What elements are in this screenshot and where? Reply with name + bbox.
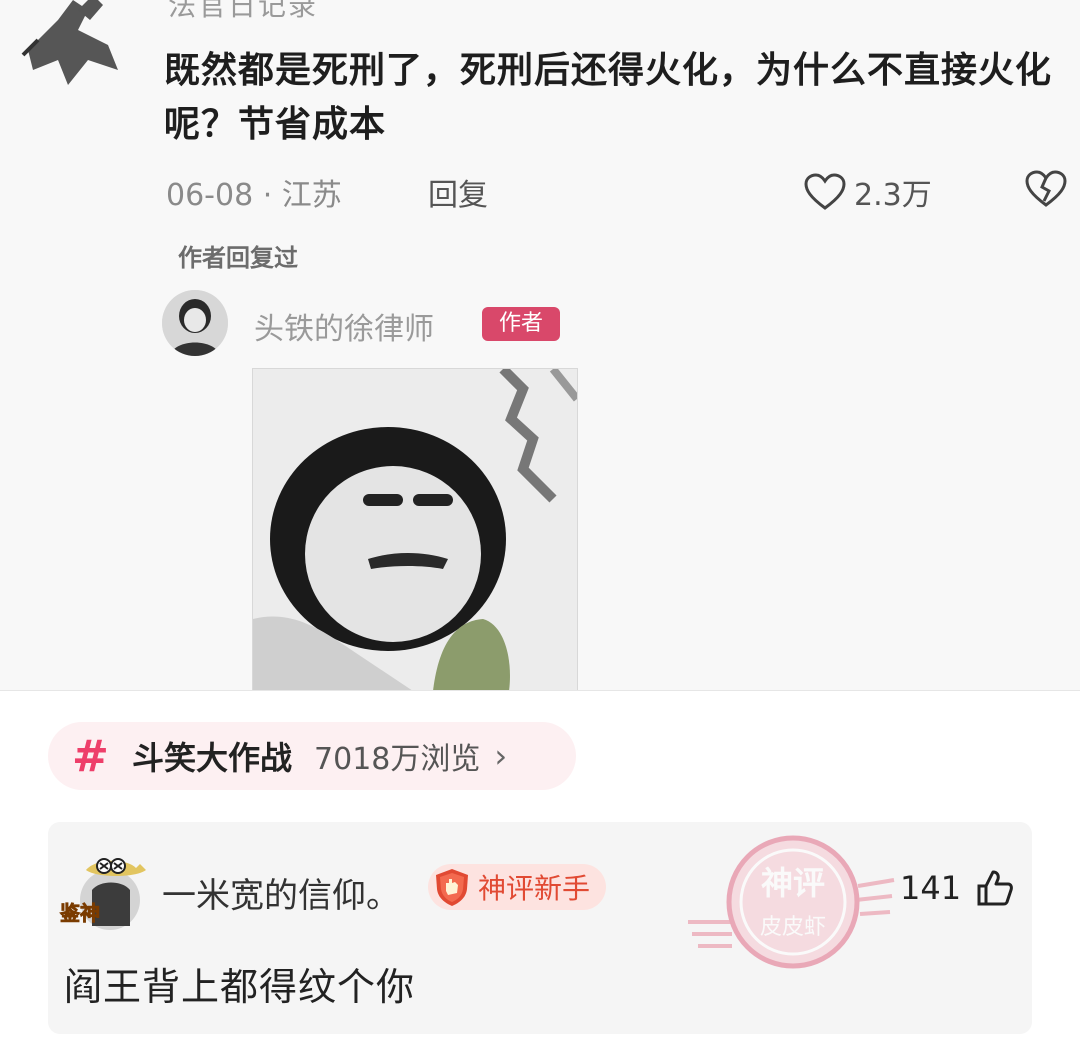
hashtag-icon: #	[72, 730, 109, 782]
comment-like-count: 141	[900, 869, 962, 907]
meme-image[interactable]	[252, 365, 581, 690]
dislike-button[interactable]	[1024, 170, 1068, 216]
author-avatar-image	[162, 290, 228, 356]
reply-button[interactable]: 回复	[428, 170, 488, 214]
post-question-text: 既然都是死刑了，死刑后还得火化，为什么不直接火化呢？节省成本	[164, 50, 1053, 145]
avatar-sticker-text: 鉴神	[59, 901, 100, 925]
topic-tag-pill[interactable]: # 斗笑大作战 7018万浏览 ›	[48, 722, 576, 790]
comment-text: 阎王背上都得纹个你	[64, 965, 416, 1009]
commenter-avatar[interactable]: 鉴神	[56, 850, 152, 936]
panda-meme-face	[253, 365, 581, 690]
embedded-screenshot: 法官日记录 既然都是死刑了，死刑后还得火化，为什么不直接火化呢？节省成本 06-…	[0, 0, 1080, 691]
author-avatar[interactable]	[162, 290, 228, 356]
topic-title: 斗笑大作战	[132, 739, 293, 777]
user-avatar-ink-painting	[21, 0, 118, 85]
badge-label: 神评新手	[478, 872, 591, 905]
comment-like-button[interactable]: 141	[900, 868, 1015, 908]
like-button[interactable]: 2.3万	[804, 170, 932, 214]
watermark-line-2: 皮皮虾	[760, 915, 826, 940]
watermark-line-1: 神评	[761, 864, 825, 902]
god-comment-badge: 神评新手	[428, 864, 606, 910]
broken-heart-icon	[1025, 170, 1067, 207]
commenter-username[interactable]: 一米宽的信仰。	[162, 868, 400, 917]
author-username[interactable]: 头铁的徐律师	[254, 304, 434, 348]
cut-off-username: 法官日记录	[168, 0, 319, 22]
like-count: 2.3万	[854, 178, 932, 213]
post-meta-row: 06-08 · 江苏 回复 2.3万	[166, 170, 1067, 213]
heart-icon	[804, 173, 846, 210]
author-tag-badge: 作者	[482, 307, 560, 341]
author-replied-indicator: 作者回复过	[178, 244, 298, 272]
topic-view-count: 7018万浏览	[314, 742, 481, 777]
watermark-stamp: 神评 皮皮虾	[688, 835, 895, 969]
thumbs-up-icon	[977, 870, 1013, 906]
post-date-location: 06-08 · 江苏	[166, 178, 342, 213]
chevron-right-icon: ›	[494, 737, 508, 775]
shield-hand-icon	[436, 869, 468, 906]
